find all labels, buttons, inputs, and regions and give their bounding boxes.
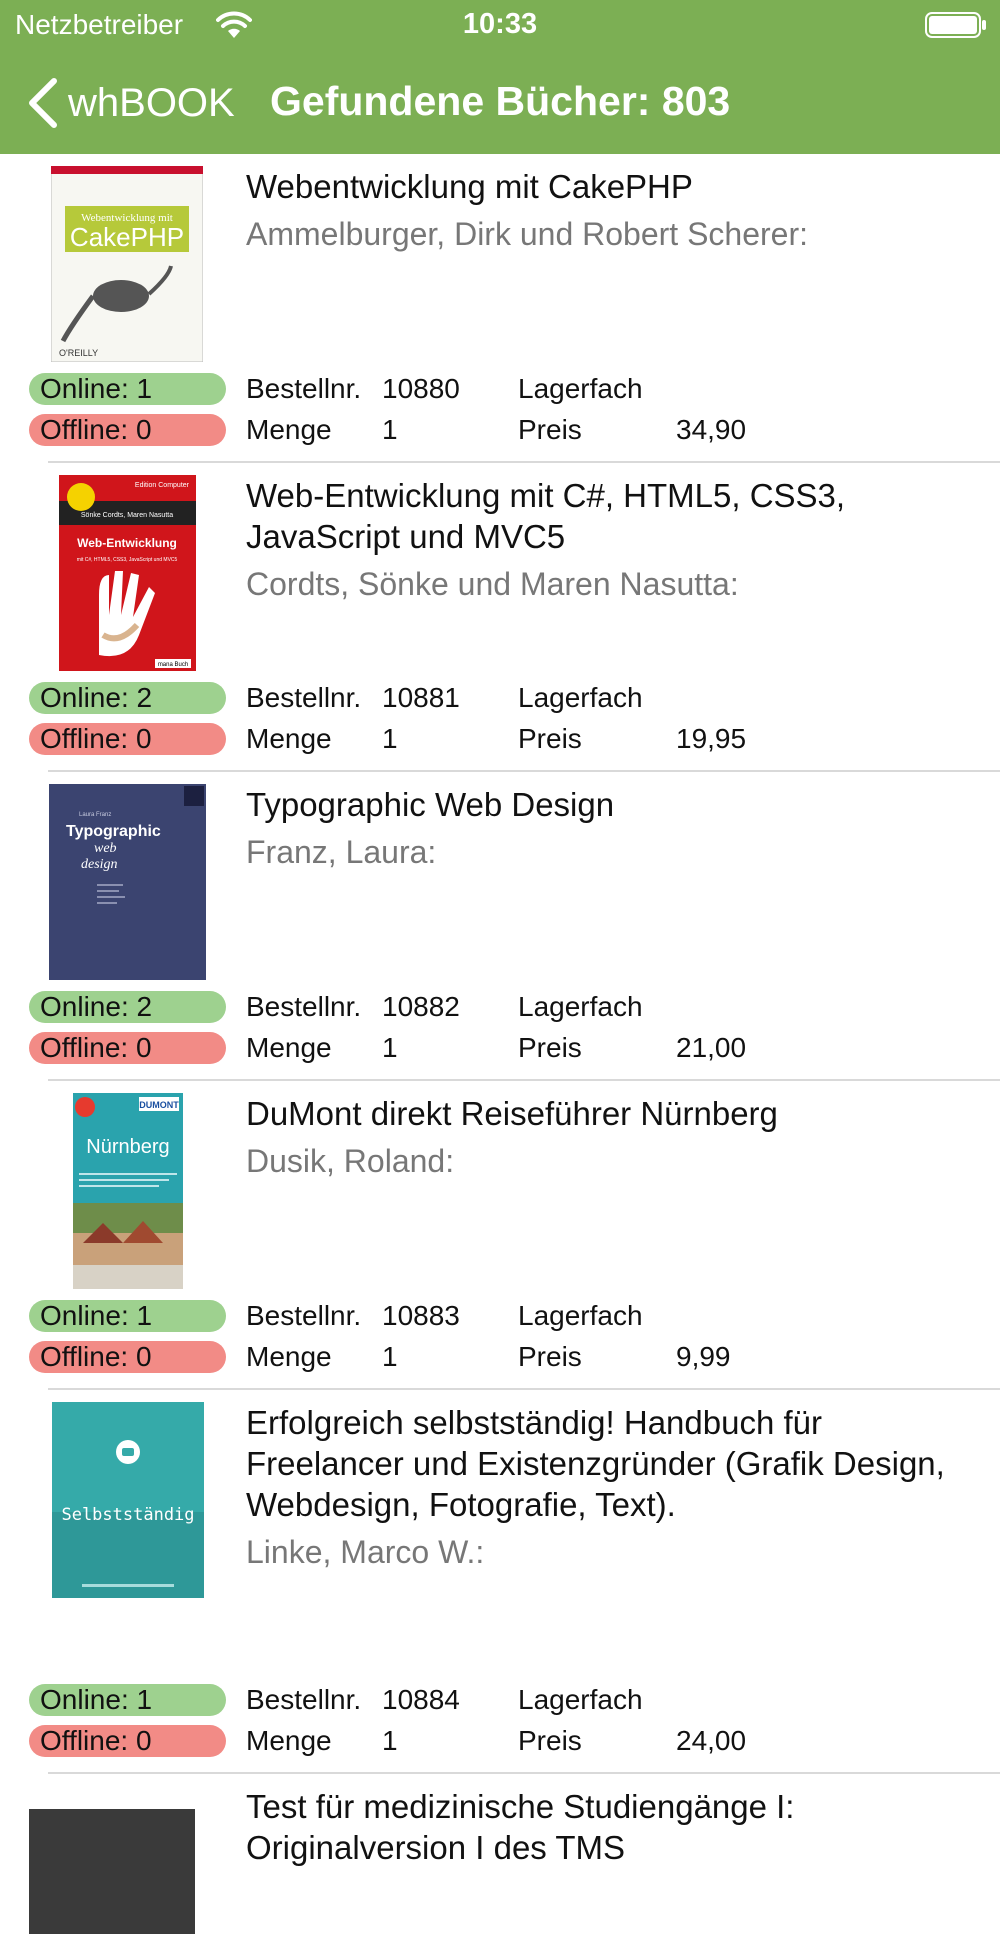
price-value: 21,00: [676, 1032, 747, 1063]
page-title: Gefundene Bücher: 803: [270, 78, 731, 124]
book-cover-image: Webentwicklung mit CakePHP O'REILLY: [51, 166, 203, 362]
order-no-label: Bestellnr.: [246, 991, 362, 1022]
book-item[interactable]: Edition Computer Sönke Cordts, Maren Nas…: [0, 463, 1000, 772]
price-value: 24,00: [676, 1725, 747, 1756]
quantity-value: 1: [382, 723, 398, 754]
book-title: Typographic Web Design: [246, 786, 615, 823]
battery-icon: [925, 12, 986, 38]
shelf-label: Lagerfach: [518, 1300, 643, 1331]
book-title: Webentwicklung mit CakePHP: [246, 168, 693, 205]
quantity-label: Menge: [246, 414, 332, 445]
price-label: Preis: [518, 414, 582, 445]
price-label: Preis: [518, 723, 582, 754]
online-stock-badge: Online: 1: [29, 1300, 226, 1332]
price-value: 9,99: [676, 1341, 731, 1372]
quantity-label: Menge: [246, 1725, 332, 1756]
book-cover-image: [29, 1809, 195, 1934]
quantity-value: 1: [382, 1725, 398, 1756]
price-value: 34,90: [676, 414, 747, 445]
order-no-label: Bestellnr.: [246, 373, 362, 404]
cover-title-big: Typographic: [66, 823, 161, 840]
book-author: Dusik, Roland:: [246, 1143, 455, 1179]
book-item[interactable]: Selbstständig Erfolgreich selbstständig!…: [0, 1390, 1000, 1774]
online-stock-badge: Online: 1: [29, 1684, 226, 1716]
cover-publisher: mana Buch: [158, 662, 188, 668]
book-item[interactable]: Test für medizinische Studiengänge I: Or…: [0, 1774, 1000, 1934]
cover-author: Laura Franz: [79, 812, 111, 818]
order-no-value: 10881: [382, 682, 460, 713]
cover-title-big: Selbstständig: [61, 1505, 194, 1525]
quantity-value: 1: [382, 414, 398, 445]
book-title-block: Erfolgreich selbstständig! Handbuch für …: [246, 1402, 986, 1572]
book-cover-image: Edition Computer Sönke Cordts, Maren Nas…: [59, 475, 196, 671]
book-title-block: Web-Entwicklung mit C#, HTML5, CSS3, Jav…: [246, 475, 986, 604]
back-label: whBOOK: [68, 80, 235, 125]
quantity-label: Menge: [246, 1032, 332, 1063]
online-stock-badge: Online: 2: [29, 991, 226, 1023]
book-title-block: Typographic Web Design Franz, Laura:: [246, 784, 986, 872]
offline-stock-badge: Offline: 0: [29, 1032, 226, 1064]
status-bar: Netzbetreiber 10:33: [0, 0, 1000, 50]
quantity-label: Menge: [246, 1341, 332, 1372]
price-label: Preis: [518, 1032, 582, 1063]
quantity-value: 1: [382, 1341, 398, 1372]
book-author: Ammelburger, Dirk und Robert Scherer:: [246, 216, 808, 252]
offline-stock-badge: Offline: 0: [29, 414, 226, 446]
price-value: 19,95: [676, 723, 747, 754]
offline-stock-badge: Offline: 0: [29, 1725, 226, 1757]
navigation-bar: whBOOK Gefundene Bücher: 803: [0, 60, 1000, 144]
book-list[interactable]: Webentwicklung mit CakePHP O'REILLY Webe…: [0, 154, 1000, 1934]
back-button[interactable]: whBOOK: [26, 75, 235, 131]
book-title: DuMont direkt Reiseführer Nürnberg: [246, 1095, 778, 1132]
cover-series: Edition Computer: [135, 482, 190, 489]
online-stock-badge: Online: 1: [29, 373, 226, 405]
shelf-label: Lagerfach: [518, 682, 643, 713]
book-author: Cordts, Sönke und Maren Nasutta:: [246, 566, 739, 602]
cover-publisher: O'REILLY: [59, 348, 98, 358]
cover-title-big: Web-Entwicklung: [77, 536, 177, 550]
clock: 10:33: [462, 8, 538, 40]
order-no-label: Bestellnr.: [246, 682, 362, 713]
chevron-left-icon: [29, 78, 57, 128]
book-title-block: DuMont direkt Reiseführer Nürnberg Dusik…: [246, 1093, 986, 1181]
book-title: Test für medizinische Studiengänge I: Or…: [246, 1788, 795, 1866]
order-no-label: Bestellnr.: [246, 1684, 362, 1715]
order-no-label: Bestellnr.: [246, 1300, 362, 1331]
shelf-label: Lagerfach: [518, 1684, 643, 1715]
order-no-value: 10883: [382, 1300, 460, 1331]
app-header: Netzbetreiber 10:33 whBOOK Gefundene Büc…: [0, 0, 1000, 154]
order-no-value: 10882: [382, 991, 460, 1022]
quantity-value: 1: [382, 1032, 398, 1063]
book-title: Erfolgreich selbstständig! Handbuch für …: [246, 1404, 945, 1523]
cover-title-big: Nürnberg: [86, 1136, 169, 1158]
book-item[interactable]: Laura Franz Typographic web design Typog…: [0, 772, 1000, 1081]
cover-title-web: web: [94, 841, 117, 856]
order-no-value: 10880: [382, 373, 460, 404]
offline-stock-badge: Offline: 0: [29, 1341, 226, 1373]
cover-title-big: CakePHP: [70, 222, 184, 252]
book-title-block: Test für medizinische Studiengänge I: Or…: [246, 1786, 986, 1868]
cover-subtitle: mit C#, HTML5, CSS3, JavaScript und MVC5: [77, 557, 178, 563]
book-cover-image: Selbstständig: [52, 1402, 204, 1598]
cover-authors: Sönke Cordts, Maren Nasutta: [81, 512, 173, 519]
book-item[interactable]: DUMONT Nürnberg DuMont direkt Reiseführe…: [0, 1081, 1000, 1390]
price-label: Preis: [518, 1341, 582, 1372]
cover-brand: DUMONT: [139, 1100, 179, 1110]
quantity-label: Menge: [246, 723, 332, 754]
price-label: Preis: [518, 1725, 582, 1756]
book-title: Web-Entwicklung mit C#, HTML5, CSS3, Jav…: [246, 477, 846, 555]
book-author: Franz, Laura:: [246, 834, 437, 870]
offline-stock-badge: Offline: 0: [29, 723, 226, 755]
online-stock-badge: Online: 2: [29, 682, 226, 714]
book-item[interactable]: Webentwicklung mit CakePHP O'REILLY Webe…: [0, 154, 1000, 463]
shelf-label: Lagerfach: [518, 991, 643, 1022]
book-author: Linke, Marco W.:: [246, 1534, 485, 1570]
book-cover-image: DUMONT Nürnberg: [73, 1093, 183, 1289]
book-title-block: Webentwicklung mit CakePHP Ammelburger, …: [246, 166, 986, 254]
cover-title-design: design: [81, 857, 118, 872]
book-cover-image: Laura Franz Typographic web design: [49, 784, 206, 980]
shelf-label: Lagerfach: [518, 373, 643, 404]
order-no-value: 10884: [382, 1684, 460, 1715]
